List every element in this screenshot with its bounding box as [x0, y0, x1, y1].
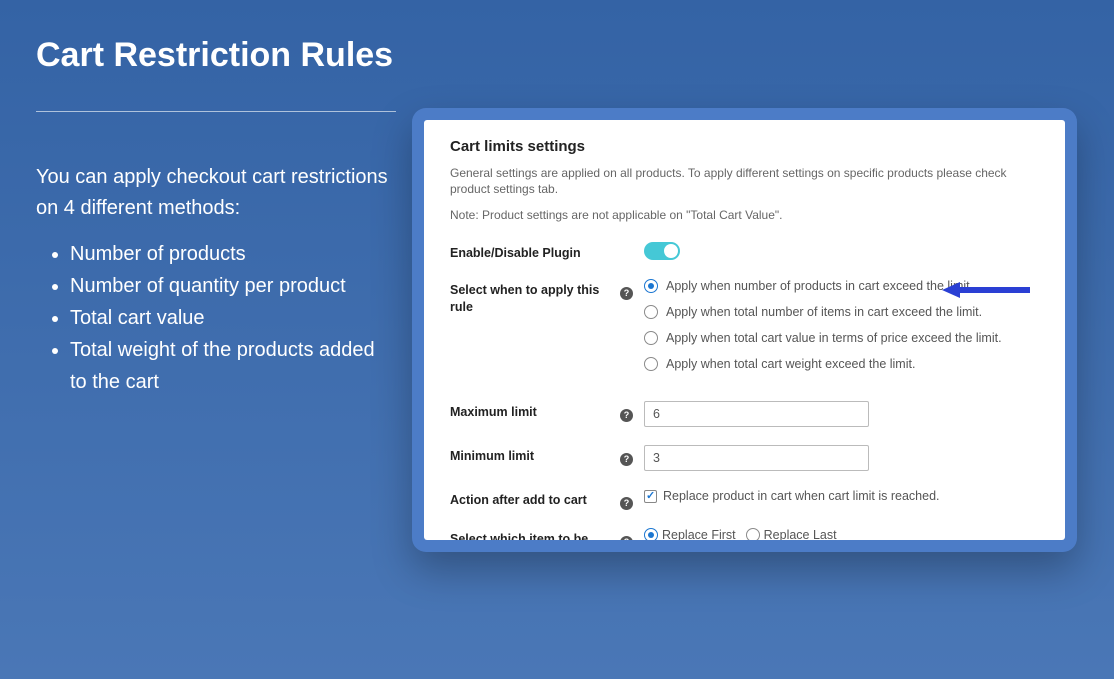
replace-which-label: Select which item to be — [450, 528, 620, 540]
list-item: Number of quantity per product — [70, 270, 396, 302]
min-limit-input[interactable] — [644, 445, 869, 471]
max-limit-input[interactable] — [644, 401, 869, 427]
radio-icon[interactable] — [644, 305, 658, 319]
settings-panel-frame: Cart limits settings General settings ar… — [412, 108, 1077, 552]
rule-option[interactable]: Apply when total number of items in cart… — [644, 305, 1039, 319]
rule-label: Select when to apply this rule — [450, 279, 620, 316]
settings-panel: Cart limits settings General settings ar… — [424, 120, 1065, 540]
rule-option[interactable]: Apply when number of products in cart ex… — [644, 279, 1039, 293]
action-label: Action after add to cart — [450, 489, 620, 509]
rule-option-label: Apply when total number of items in cart… — [666, 305, 982, 319]
rule-option[interactable]: Apply when total cart value in terms of … — [644, 331, 1039, 345]
radio-icon[interactable] — [644, 357, 658, 371]
list-item: Number of products — [70, 238, 396, 270]
radio-icon[interactable] — [644, 331, 658, 345]
max-limit-label: Maximum limit — [450, 401, 620, 421]
enable-label: Enable/Disable Plugin — [450, 242, 620, 262]
min-limit-label: Minimum limit — [450, 445, 620, 465]
help-icon[interactable]: ? — [620, 409, 633, 422]
radio-icon[interactable] — [644, 528, 658, 540]
replace-last-label: Replace Last — [764, 528, 837, 540]
replace-first-label: Replace First — [662, 528, 736, 540]
page-title: Cart Restriction Rules — [36, 36, 396, 75]
action-text: Replace product in cart when cart limit … — [663, 489, 940, 503]
rule-option-label: Apply when total cart value in terms of … — [666, 331, 1002, 345]
list-item: Total cart value — [70, 302, 396, 334]
rule-option-label: Apply when number of products in cart ex… — [666, 279, 973, 293]
help-icon[interactable]: ? — [620, 497, 633, 510]
panel-subtext: General settings are applied on all prod… — [450, 165, 1039, 197]
help-icon[interactable]: ? — [620, 287, 633, 300]
panel-note: Note: Product settings are not applicabl… — [450, 207, 1039, 223]
rule-option-label: Apply when total cart weight exceed the … — [666, 357, 915, 371]
methods-list: Number of products Number of quantity pe… — [36, 238, 396, 398]
replace-checkbox[interactable] — [644, 490, 657, 503]
panel-heading: Cart limits settings — [450, 138, 1039, 155]
enable-toggle[interactable] — [644, 242, 680, 260]
divider — [36, 111, 396, 112]
help-icon[interactable]: ? — [620, 453, 633, 466]
intro-text: You can apply checkout cart restrictions… — [36, 162, 396, 224]
rule-option[interactable]: Apply when total cart weight exceed the … — [644, 357, 1039, 371]
radio-icon[interactable] — [746, 528, 760, 540]
help-icon[interactable]: ? — [620, 536, 633, 540]
radio-icon[interactable] — [644, 279, 658, 293]
list-item: Total weight of the products added to th… — [70, 334, 396, 398]
